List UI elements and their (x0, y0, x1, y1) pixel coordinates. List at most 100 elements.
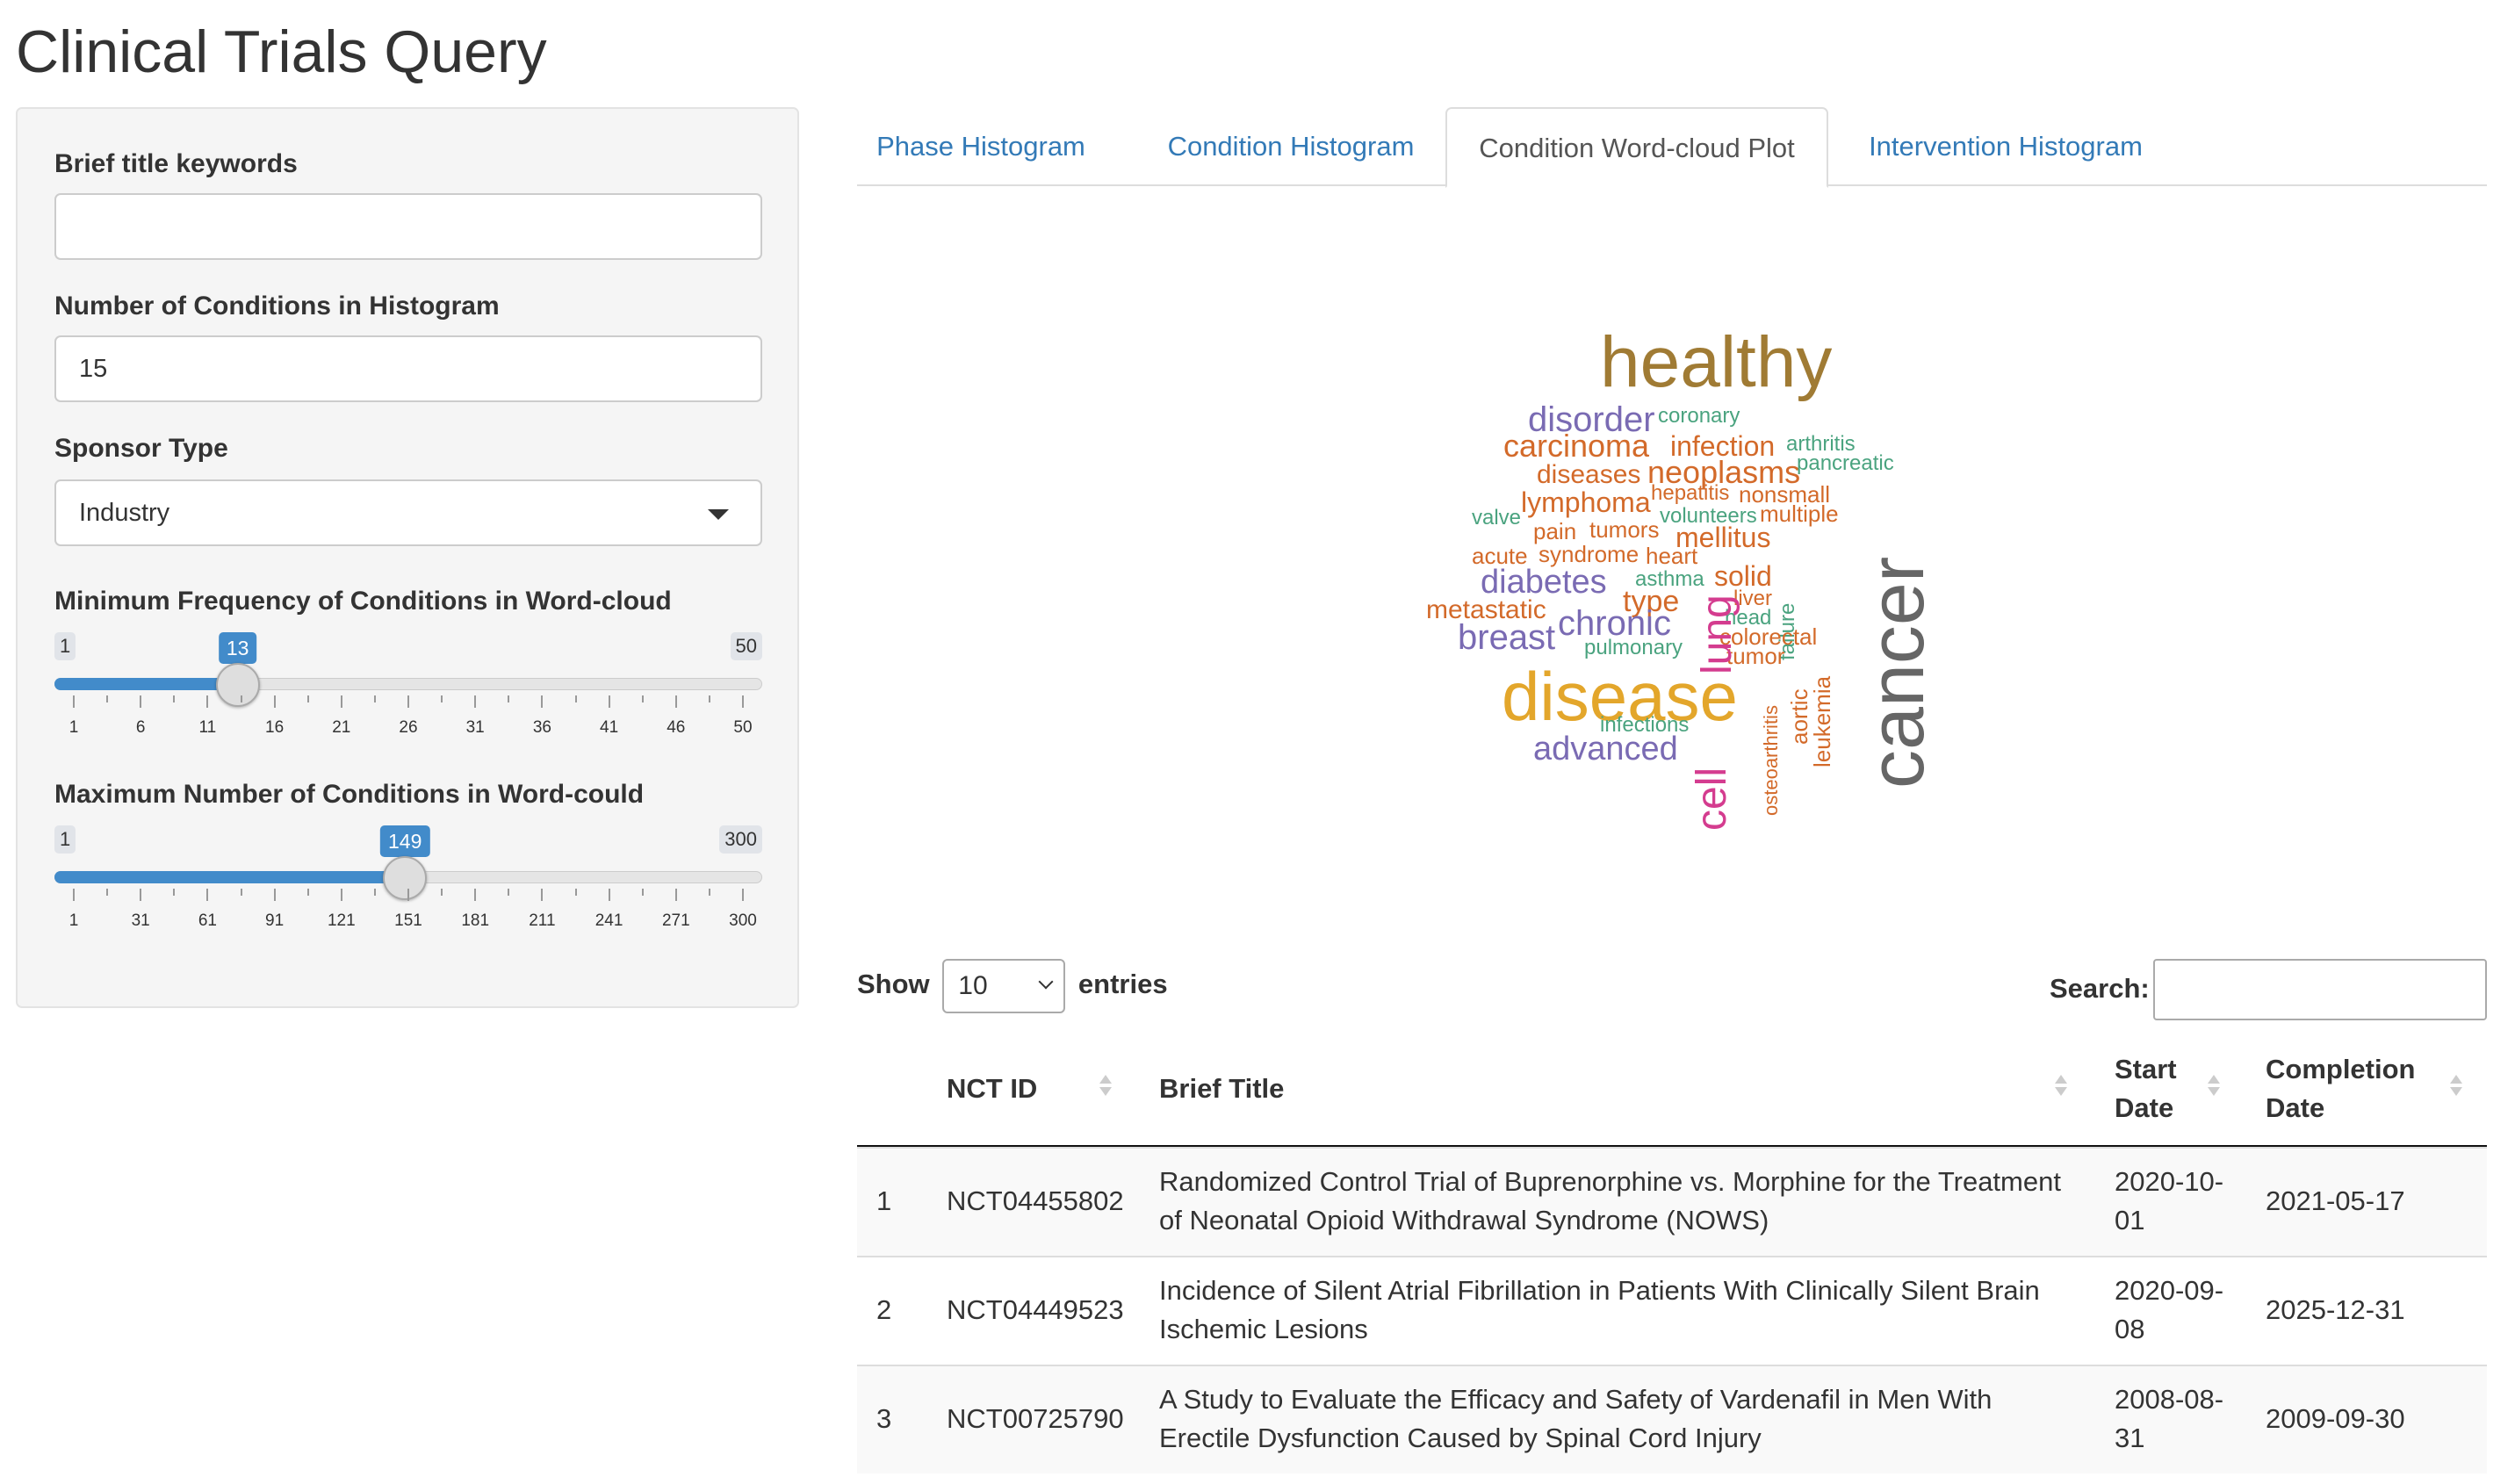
chevron-down-icon (1038, 974, 1054, 990)
table-row[interactable]: 1 NCT04455802 Randomized Control Trial o… (857, 1147, 2487, 1256)
wordcloud-word-aortic: aortic (1786, 688, 1812, 745)
slider-tick (340, 695, 342, 708)
slider-tick-minor (441, 889, 443, 896)
caret-down-icon (708, 509, 729, 520)
slider-tick-minor (641, 889, 644, 896)
column-header-start-date[interactable]: Start Date (2115, 1050, 2202, 1127)
sponsor-type-select[interactable]: Industry (54, 479, 762, 546)
nct-id-cell: NCT04449523 (947, 1294, 1124, 1325)
wordcloud-word-cancer: cancer (1853, 557, 1940, 789)
completion-date-cell: 2009-09-30 (2266, 1403, 2405, 1434)
wordcloud-word-advanced: advanced (1533, 731, 1678, 767)
tab-phase-histogram[interactable]: Phase Histogram (869, 107, 1092, 186)
slider-tick-minor (508, 695, 510, 702)
sponsor-type-label: Sponsor Type (54, 434, 228, 463)
page-title: Clinical Trials Query (16, 18, 547, 85)
slider-tick-minor (106, 889, 109, 896)
slider-handle[interactable] (383, 856, 428, 900)
wordcloud-word-diseases: diseases (1537, 460, 1641, 489)
slider-tick-label: 121 (327, 911, 356, 930)
wordcloud-word-lymphoma: lymphoma (1521, 486, 1651, 518)
wordcloud-word-multiple: multiple (1760, 501, 1839, 527)
column-header-nct-id[interactable]: NCT ID (947, 1070, 1037, 1108)
brief-title-line: A Study to Evaluate the Efficacy and Saf… (1159, 1384, 1993, 1415)
slider-tick-minor (708, 889, 710, 896)
column-header-brief-title[interactable]: Brief Title (1159, 1070, 1284, 1108)
entries-label: entries (1077, 969, 1168, 1000)
slider-tick-minor (641, 695, 644, 702)
table-row[interactable]: 2 NCT04449523 Incidence of Silent Atrial… (857, 1256, 2487, 1365)
wordcloud-word-osteoarthritis: osteoarthritis (1760, 705, 1782, 817)
slider-tick-label: 31 (465, 718, 485, 737)
slider-tick-label: 1 (68, 911, 79, 930)
slider-tick-minor (173, 695, 176, 702)
min-frequency-slider[interactable]: 1 50 13 1 6 11 16 21 26 31 36 41 46 50 (54, 632, 762, 773)
start-date-line: 08 (2115, 1314, 2145, 1344)
slider-tick (73, 889, 75, 901)
slider-tick-minor (574, 695, 577, 702)
tab-condition-histogram[interactable]: Condition Histogram (1154, 107, 1428, 186)
keywords-label: Brief title keywords (54, 149, 298, 178)
wordcloud-word-pancreatic: pancreatic (1797, 451, 1894, 475)
slider-tick (273, 695, 276, 708)
row-index: 3 (876, 1403, 892, 1434)
slider-tick-minor (306, 695, 309, 702)
max-words-slider[interactable]: 1 300 149 1 31 61 91 121 151 181 211 241 271 300 (54, 825, 762, 966)
slider-tick (140, 695, 142, 708)
slider-tick-minor (106, 695, 109, 702)
slider-tick (674, 695, 677, 708)
wordcloud-word-pulmonary: pulmonary (1584, 636, 1683, 659)
slider-tick-label: 11 (198, 718, 217, 737)
wordcloud-word-cell: cell (1689, 767, 1735, 831)
num-conditions-input[interactable]: 15 (54, 335, 762, 402)
slider-value-badge: 13 (218, 632, 257, 671)
slider-tick-label: 26 (399, 718, 418, 737)
show-label: Show (857, 969, 930, 1000)
wordcloud-word-healthy: healthy (1600, 322, 1833, 402)
slider-tick-minor (306, 889, 309, 896)
wordcloud-word-carcinoma: carcinoma (1503, 428, 1650, 464)
slider-handle[interactable] (215, 663, 260, 707)
entries-select-value: 10 (958, 971, 988, 1000)
slider-tick-minor (373, 695, 376, 702)
slider-tick-minor (240, 889, 242, 896)
slider-tick-label: 211 (529, 911, 556, 930)
start-date-line: 2020-10- (2115, 1166, 2224, 1197)
nct-id-cell: NCT00725790 (947, 1403, 1124, 1434)
start-date-line: 2020-09- (2115, 1275, 2224, 1306)
slider-tick-label: 91 (265, 911, 285, 930)
wordcloud-word-heart: heart (1646, 543, 1698, 569)
slider-tick-minor (508, 889, 510, 896)
slider-tick (541, 695, 544, 708)
slider-tick (407, 889, 409, 901)
num-conditions-label: Number of Conditions in Histogram (54, 292, 500, 321)
min-frequency-label: Minimum Frequency of Conditions in Word-… (54, 587, 672, 616)
slider-tick (73, 695, 75, 708)
wordcloud-word-leukemia: leukemia (1809, 676, 1835, 768)
wordcloud-word-valve: valve (1472, 506, 1522, 529)
brief-title-line: Erectile Dysfunction Caused by Spinal Co… (1159, 1423, 1762, 1453)
slider-tick-label: 241 (595, 911, 623, 930)
wordcloud-word-diabetes: diabetes (1481, 564, 1607, 601)
slider-min-label: 1 (54, 632, 76, 660)
table-row[interactable]: 3 NCT00725790 A Study to Evaluate the Ef… (857, 1365, 2487, 1473)
slider-tick-label: 46 (667, 718, 686, 737)
entries-select[interactable]: 10 (942, 959, 1066, 1013)
column-header-completion-date[interactable]: Completion Date (2266, 1050, 2450, 1127)
slider-tick-label: 181 (461, 911, 490, 930)
slider-tick-label: 271 (661, 911, 690, 930)
tab-condition-wordcloud[interactable]: Condition Word-cloud Plot (1445, 107, 1828, 188)
search-label: Search: (2050, 973, 2150, 1004)
slider-tick-minor (373, 889, 376, 896)
start-date-line: 31 (2115, 1423, 2145, 1453)
slider-tick (742, 695, 744, 708)
tab-intervention-histogram[interactable]: Intervention Histogram (1858, 107, 2153, 186)
completion-date-cell: 2025-12-31 (2266, 1294, 2405, 1325)
search-input[interactable] (2153, 959, 2487, 1020)
max-words-label: Maximum Number of Conditions in Word-cou… (54, 780, 645, 809)
slider-tick (273, 889, 276, 901)
slider-tick-label: 61 (198, 911, 217, 930)
keywords-input[interactable] (54, 193, 762, 260)
start-date-line: 01 (2115, 1205, 2145, 1235)
nct-id-cell: NCT04455802 (947, 1185, 1124, 1216)
